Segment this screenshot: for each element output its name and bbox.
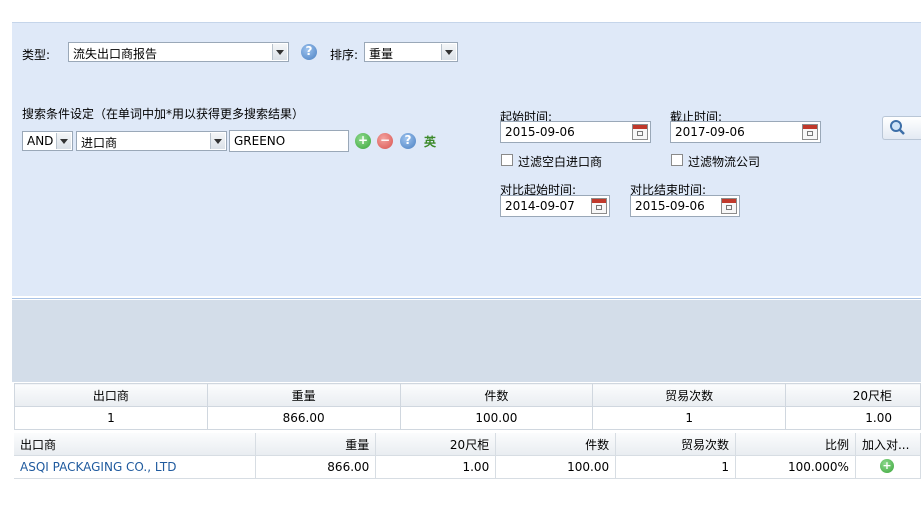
summary-cell: 1 bbox=[14, 406, 208, 430]
summary-table: 出口商 重量 件数 贸易次数 20尺柜 1 866.00 100.00 1 1.… bbox=[14, 383, 921, 430]
filter-logistics-checkbox[interactable] bbox=[671, 154, 683, 166]
detail-header-row: 出口商 重量 20尺柜 件数 贸易次数 比例 加入对... bbox=[14, 433, 921, 456]
compare-end-date-value: 2015-09-06 bbox=[635, 199, 705, 213]
panel-divider bbox=[12, 298, 921, 299]
add-condition-icon[interactable]: + bbox=[355, 133, 371, 149]
summary-cell: 100.00 bbox=[399, 406, 594, 430]
chevron-down-icon bbox=[210, 133, 225, 149]
search-button[interactable] bbox=[882, 116, 921, 140]
compare-start-date-value: 2014-09-07 bbox=[505, 199, 575, 213]
search-conditions-title: 搜索条件设定（在单词中加*用以获得更多搜索结果） bbox=[22, 107, 305, 121]
pieces-cell: 100.00 bbox=[495, 455, 617, 479]
sort-label: 排序: bbox=[330, 48, 359, 62]
start-date-input[interactable]: 2015-09-06 bbox=[500, 121, 651, 143]
add-to-compare-cell: + bbox=[855, 455, 921, 479]
weight-cell: 866.00 bbox=[255, 455, 377, 479]
ratio-cell: 100.000% bbox=[735, 455, 856, 479]
end-date-input[interactable]: 2017-09-06 bbox=[670, 121, 821, 143]
help-icon[interactable]: ? bbox=[301, 44, 317, 60]
container-20ft-cell: 1.00 bbox=[375, 455, 497, 479]
chevron-down-icon bbox=[441, 44, 456, 60]
exporter-link[interactable]: ASQI PACKAGING CO., LTD bbox=[14, 455, 257, 479]
summary-header-cell: 20尺柜 bbox=[785, 383, 921, 407]
sort-select[interactable]: 重量 bbox=[364, 42, 458, 62]
detail-header-cell[interactable]: 20尺柜 bbox=[375, 433, 497, 456]
end-date-value: 2017-09-06 bbox=[675, 125, 745, 139]
summary-cell: 1.00 bbox=[785, 406, 921, 430]
start-date-value: 2015-09-06 bbox=[505, 125, 575, 139]
report-type-value: 流失出口商报告 bbox=[73, 47, 158, 61]
filter-logistics-label: 过滤物流公司 bbox=[688, 155, 761, 169]
detail-header-cell[interactable]: 出口商 bbox=[14, 433, 257, 456]
add-icon[interactable]: + bbox=[879, 459, 896, 475]
remove-condition-icon[interactable]: − bbox=[377, 133, 393, 149]
sort-value: 重量 bbox=[369, 47, 394, 61]
search-icon bbox=[890, 120, 905, 135]
search-field-select[interactable]: 进口商 bbox=[76, 131, 227, 151]
summary-cell: 866.00 bbox=[206, 406, 401, 430]
summary-row: 1 866.00 100.00 1 1.00 bbox=[14, 406, 921, 430]
summary-header-cell: 件数 bbox=[399, 383, 594, 407]
detail-header-cell[interactable]: 贸易次数 bbox=[615, 433, 737, 456]
compare-end-date-input[interactable]: 2015-09-06 bbox=[630, 195, 740, 217]
compare-start-date-input[interactable]: 2014-09-07 bbox=[500, 195, 610, 217]
search-field-value: 进口商 bbox=[81, 136, 118, 150]
summary-header-cell: 重量 bbox=[206, 383, 401, 407]
language-toggle[interactable]: 英 bbox=[424, 133, 436, 150]
detail-header-cell[interactable]: 比例 bbox=[735, 433, 856, 456]
keyword-value: GREENO bbox=[234, 134, 286, 148]
summary-cell: 1 bbox=[592, 406, 787, 430]
help-icon[interactable]: ? bbox=[400, 133, 416, 149]
detail-header-cell[interactable]: 重量 bbox=[255, 433, 377, 456]
detail-header-cell[interactable]: 件数 bbox=[495, 433, 617, 456]
chart-placeholder-panel bbox=[12, 300, 921, 382]
calendar-icon[interactable] bbox=[802, 124, 818, 140]
summary-header-cell: 出口商 bbox=[14, 383, 208, 407]
type-label: 类型: bbox=[22, 48, 51, 62]
report-type-select[interactable]: 流失出口商报告 bbox=[68, 42, 289, 62]
logic-operator-value: AND bbox=[27, 134, 54, 148]
keyword-input[interactable]: GREENO bbox=[229, 130, 349, 152]
table-row: ASQI PACKAGING CO., LTD 866.00 1.00 100.… bbox=[14, 455, 921, 479]
summary-header-cell: 贸易次数 bbox=[592, 383, 787, 407]
trade-count-cell: 1 bbox=[615, 455, 737, 479]
detail-header-cell[interactable]: 加入对... bbox=[855, 433, 921, 456]
chevron-down-icon bbox=[56, 133, 71, 149]
calendar-icon[interactable] bbox=[721, 198, 737, 214]
filter-blank-importer-checkbox[interactable] bbox=[501, 154, 513, 166]
calendar-icon[interactable] bbox=[591, 198, 607, 214]
summary-header-row: 出口商 重量 件数 贸易次数 20尺柜 bbox=[14, 383, 921, 407]
chevron-down-icon bbox=[272, 44, 287, 60]
detail-table: 出口商 重量 20尺柜 件数 贸易次数 比例 加入对... ASQI PACKA… bbox=[14, 433, 921, 479]
calendar-icon[interactable] bbox=[632, 124, 648, 140]
logic-operator-select[interactable]: AND bbox=[22, 131, 73, 151]
filter-blank-importer-label: 过滤空白进口商 bbox=[518, 155, 603, 169]
